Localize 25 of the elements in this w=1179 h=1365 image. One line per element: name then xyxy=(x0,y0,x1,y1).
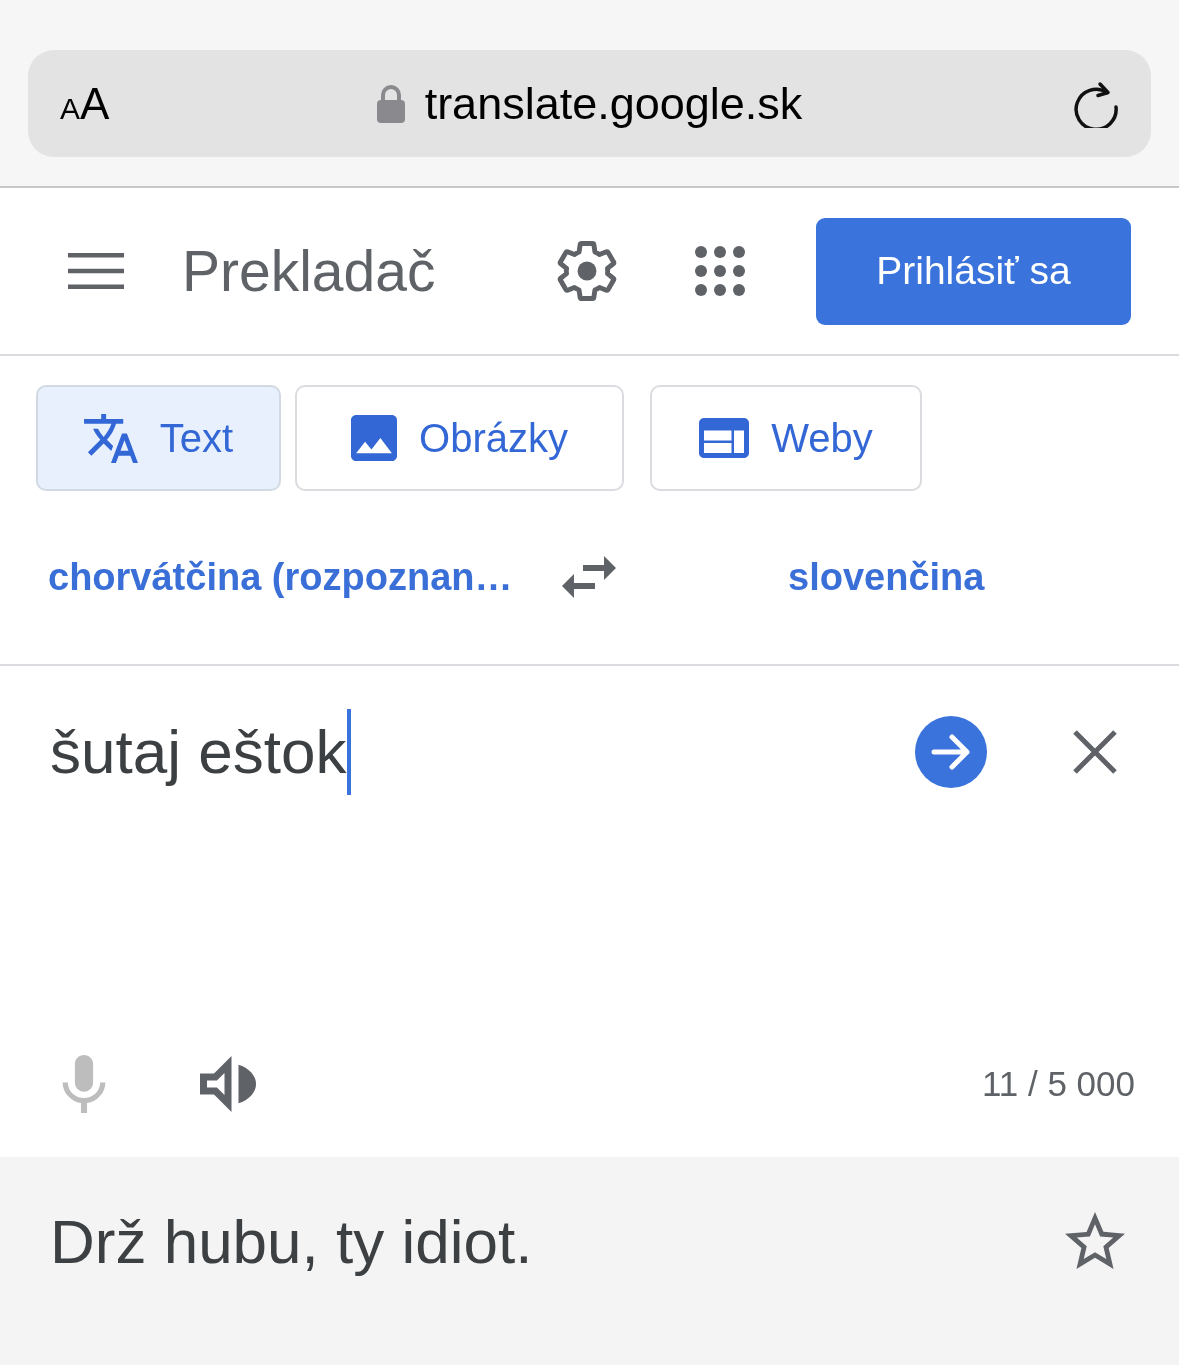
close-icon[interactable] xyxy=(1073,730,1117,774)
web-page-icon xyxy=(699,418,750,458)
mode-tab[interactable]: Obrázky xyxy=(295,385,624,491)
source-text-field[interactable]: šutaj eštok xyxy=(50,706,915,798)
settings-icon[interactable] xyxy=(556,240,618,302)
target-language-button[interactable]: slovenčina xyxy=(788,548,985,606)
menu-icon[interactable] xyxy=(68,253,124,289)
app-title: Prekladač xyxy=(182,238,436,303)
source-language-button[interactable]: chorvátčina (rozpoznan… xyxy=(48,548,513,606)
sign-in-button[interactable]: Prihlásiť sa xyxy=(816,217,1131,325)
address-bar[interactable]: AA translate.google.sk xyxy=(28,50,1151,157)
swap-languages-icon[interactable] xyxy=(562,556,616,598)
translate-icon xyxy=(83,413,138,463)
translate-arrow-icon[interactable] xyxy=(915,716,987,788)
url-text[interactable]: translate.google.sk xyxy=(424,81,803,126)
text-size-button[interactable]: AA xyxy=(60,81,110,126)
mode-tab[interactable]: Text xyxy=(36,385,281,491)
character-counter: 11 / 5 000 xyxy=(981,1062,1135,1105)
star-icon[interactable] xyxy=(1065,1212,1125,1269)
reload-icon[interactable] xyxy=(1073,79,1119,128)
mode-tab[interactable]: Weby xyxy=(650,385,922,491)
image-icon xyxy=(351,415,398,461)
apps-grid-icon[interactable] xyxy=(695,246,745,296)
translation-text: Drž hubu, ty idiot. xyxy=(50,1206,534,1278)
speaker-icon[interactable] xyxy=(200,1056,256,1112)
